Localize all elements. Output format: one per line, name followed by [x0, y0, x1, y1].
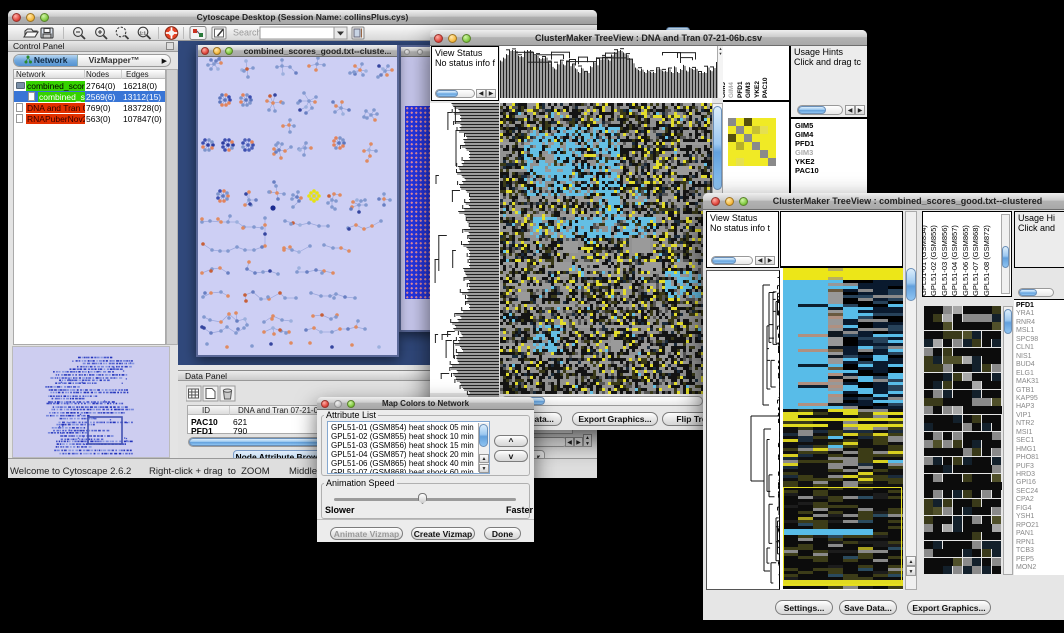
- svg-text:Search:: Search:: [233, 28, 264, 38]
- svg-text:1:1: 1:1: [140, 31, 147, 36]
